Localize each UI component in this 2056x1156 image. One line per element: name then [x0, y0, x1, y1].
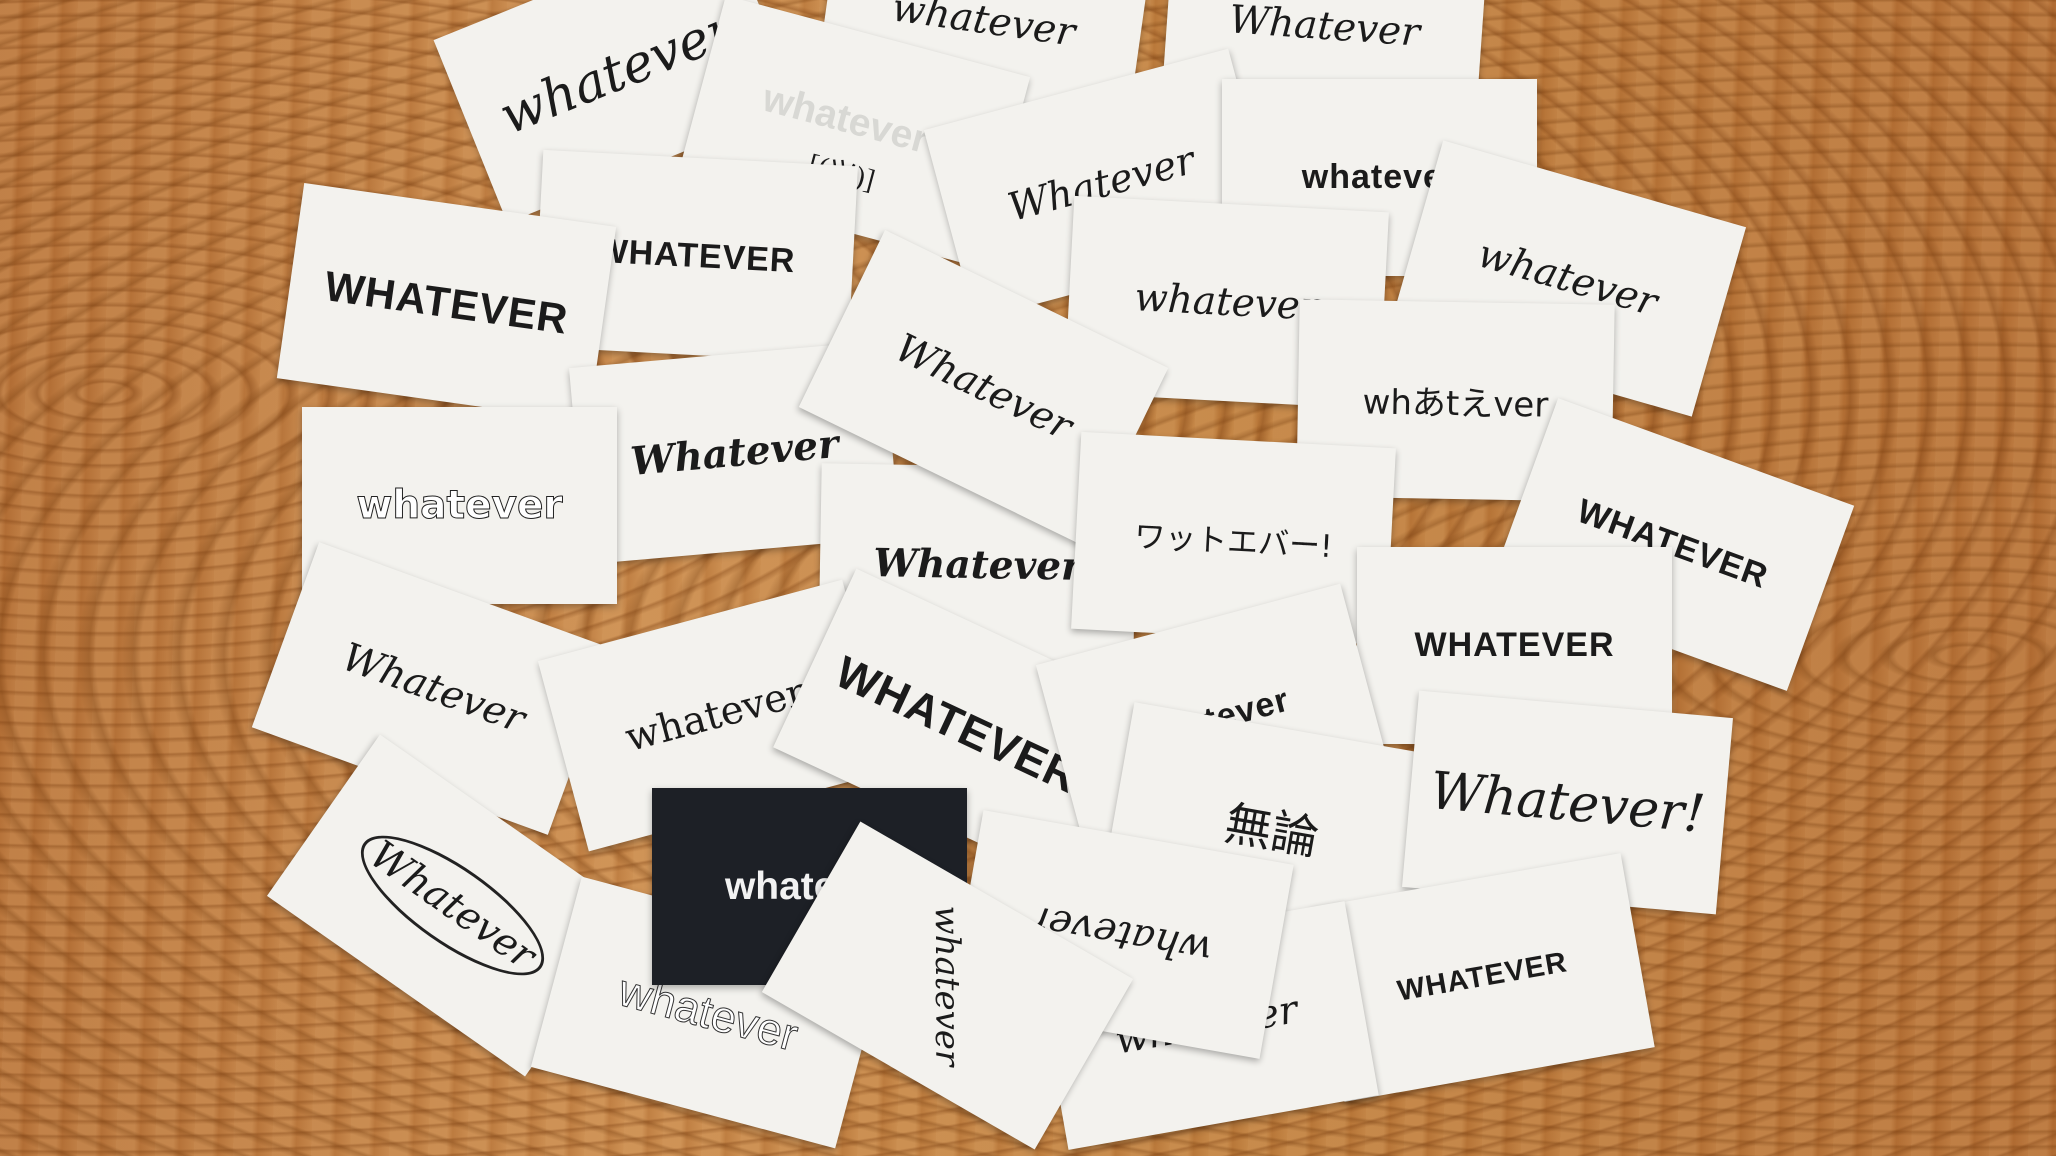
card-text: Whatever	[872, 539, 1083, 590]
card-text: Whatever	[887, 325, 1080, 450]
card-text: whatever	[927, 905, 968, 1066]
card-text: Whatever	[628, 420, 841, 485]
card-text: whあtえver	[1362, 382, 1549, 426]
card-text: Whatever	[341, 811, 564, 1000]
card-text: whatever	[1133, 275, 1320, 330]
card-text: WHATEVER	[1414, 626, 1615, 664]
card-text: Whatever	[336, 634, 531, 743]
business-card: WHATEVER	[276, 183, 617, 422]
card-text: Whatever	[1227, 0, 1422, 56]
card-text: WHATEVER	[321, 261, 572, 343]
wooden-table: whatever whatever Whatever whatever[(ツ)]…	[0, 0, 2056, 1156]
card-text: Whatever!	[1427, 760, 1708, 845]
card-text: WHATEVER	[1395, 946, 1570, 1008]
card-text: ワットエバー!	[1133, 518, 1334, 566]
card-text: WHATEVER	[594, 231, 797, 281]
card-text: whatever	[356, 483, 563, 529]
